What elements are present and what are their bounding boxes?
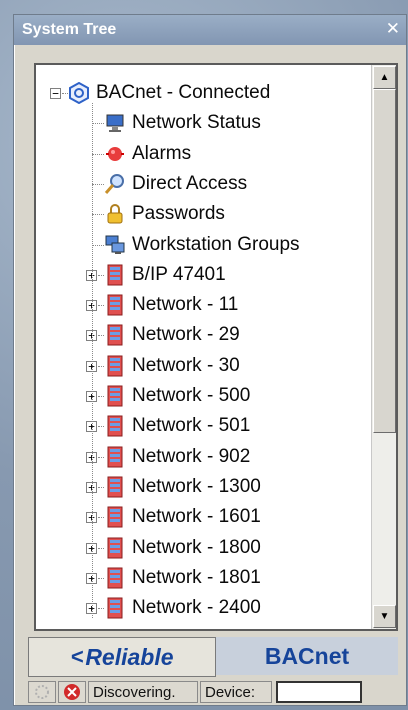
network-icon <box>104 355 126 377</box>
network-icon <box>104 506 126 528</box>
tree-item-label: Network - 2400 <box>132 597 261 619</box>
close-icon[interactable]: ✕ <box>386 19 400 39</box>
tree-connector <box>92 214 104 216</box>
tree-item-label: BACnet - Connected <box>96 82 271 103</box>
tree-connector <box>92 244 104 246</box>
title-bar: System Tree ✕ <box>14 15 406 45</box>
system-tree-panel: System Tree ✕ BACnet - Connected − Network… <box>13 14 407 706</box>
scroll-thumb[interactable] <box>373 89 396 433</box>
tree-item-label: Workstation Groups <box>132 233 300 255</box>
tree-view: BACnet - Connected − Network Status Alarms D… <box>34 63 398 631</box>
tab-bacnet-label: BACnet <box>264 642 350 669</box>
window-title: System Tree <box>22 21 117 38</box>
tree-connector <box>92 183 104 185</box>
tree-item[interactable]: Network - 501 <box>104 412 250 440</box>
network-icon <box>104 415 126 437</box>
magnifier-icon <box>104 173 126 195</box>
tree-item-label: Passwords <box>132 203 225 225</box>
tree-item[interactable]: Passwords <box>104 200 225 228</box>
monitor-icon <box>104 112 126 134</box>
tree-item[interactable]: Network - 11 <box>104 291 238 319</box>
tree-connector <box>98 305 104 307</box>
tree-item-label: Network - 30 <box>132 354 240 376</box>
tree-connector <box>98 517 104 519</box>
tree-connector <box>98 608 104 610</box>
tree-item[interactable]: Network - 1300 <box>104 473 261 501</box>
tree-item[interactable]: Network - 29 <box>104 321 240 349</box>
scroll-down-button[interactable]: ▼ <box>373 605 396 628</box>
tree-item-label: Network - 1801 <box>132 566 261 588</box>
reliable-logo-mark: < <box>70 644 84 669</box>
scroll-up-button[interactable]: ▲ <box>373 66 396 89</box>
tree-connector <box>62 93 68 94</box>
tree-item-label: Network - 500 <box>132 385 251 406</box>
tree-root-item[interactable]: BACnet - Connected <box>68 79 270 107</box>
alarm-icon <box>104 143 126 165</box>
tree-item[interactable]: Network Status <box>104 109 261 137</box>
tree-item-label: Network - 1601 <box>132 506 261 528</box>
tree-item[interactable]: Workstation Groups <box>104 231 300 259</box>
tab-reliable[interactable]: < Reliable <box>28 637 216 677</box>
tree-connector <box>98 426 104 428</box>
tree-item[interactable]: Network - 500 <box>104 382 250 410</box>
network-icon <box>104 385 126 407</box>
network-icon <box>104 264 126 286</box>
tree-item[interactable]: Direct Access <box>104 170 247 198</box>
tree-connector <box>98 274 104 276</box>
tree-content: BACnet - Connected − Network Status Alarms D… <box>36 65 372 629</box>
padlock-icon <box>104 203 126 225</box>
tree-connector <box>92 153 104 155</box>
status-bar: Discovering. Device: <box>28 679 402 705</box>
tree-connector <box>98 456 104 458</box>
network-icon <box>104 597 126 619</box>
tree-item[interactable]: Network - 2400 <box>104 594 261 622</box>
stop-icon[interactable] <box>58 681 86 703</box>
tree-item[interactable]: Network - 1601 <box>104 503 261 531</box>
device-field[interactable] <box>276 681 362 703</box>
tree-connector <box>98 396 104 397</box>
network-icon <box>104 324 126 346</box>
network-icon <box>104 294 126 316</box>
network-icon <box>104 446 126 468</box>
tree-item-label: Alarms <box>132 142 192 164</box>
tree-connector <box>98 547 104 549</box>
tree-item[interactable]: Network - 30 <box>104 352 240 380</box>
tree-item[interactable]: Alarms <box>104 140 191 168</box>
activity-icon <box>28 681 56 703</box>
tab-strip: < Reliable BACnet <box>28 637 400 677</box>
tree-item-label: Network - 902 <box>132 445 251 467</box>
device-label: Device: <box>200 681 272 703</box>
tree-item[interactable]: B/IP 47401 <box>104 261 226 289</box>
tree-connector <box>98 335 104 337</box>
tree-connector <box>98 577 104 579</box>
tab-reliable-label: Reliable <box>85 643 174 670</box>
status-text: Discovering. <box>88 681 198 703</box>
network-icon <box>104 537 126 559</box>
tree-item-label: Network - 11 <box>132 294 239 316</box>
tree-item-label: Direct Access <box>132 172 248 194</box>
tree-connector <box>98 365 104 367</box>
collapse-icon[interactable]: − <box>50 88 61 99</box>
tree-item-label: Network - 1300 <box>132 475 261 497</box>
tree-item-label: Network Status <box>132 112 261 134</box>
network-icon <box>104 476 126 498</box>
tree-item-label: Network - 29 <box>132 324 240 346</box>
network-icon <box>104 567 126 589</box>
tree-item-label: Network - 1800 <box>132 536 261 558</box>
tree-item-label: Network - 501 <box>132 415 251 437</box>
tree-item[interactable]: Network - 1801 <box>104 564 261 592</box>
tree-item[interactable]: Network - 1800 <box>104 534 261 562</box>
tree-connector <box>92 123 104 125</box>
tree-connector <box>98 486 104 488</box>
tab-bacnet[interactable]: BACnet <box>216 637 398 675</box>
workstation-group-icon <box>104 234 126 256</box>
tree-item-label: B/IP 47401 <box>132 263 226 285</box>
tree-connector <box>92 103 93 619</box>
bacnet-icon <box>68 81 90 105</box>
vertical-scrollbar[interactable]: ▲ ▼ <box>371 65 396 629</box>
tree-item[interactable]: Network - 902 <box>104 443 250 471</box>
